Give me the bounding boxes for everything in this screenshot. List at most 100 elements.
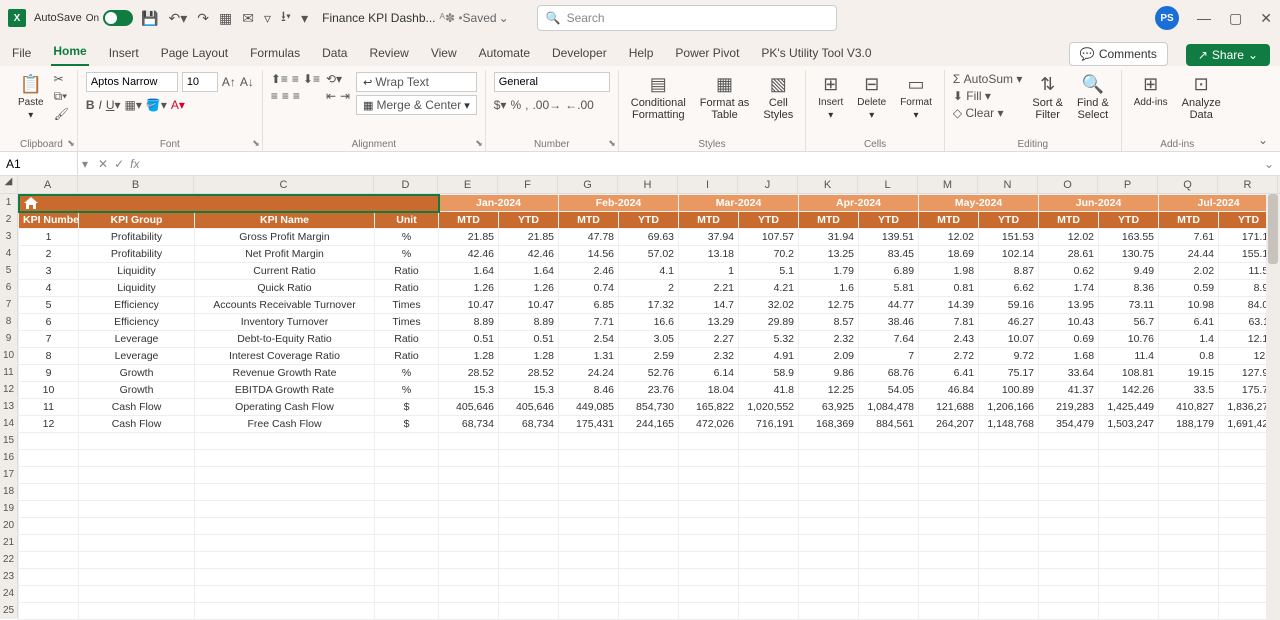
cell[interactable]: 130.75	[1099, 246, 1159, 263]
cell[interactable]: 405,646	[439, 399, 499, 416]
cell[interactable]: Net Profit Margin	[195, 246, 375, 263]
cell[interactable]	[1099, 433, 1159, 450]
column-header[interactable]: C	[194, 176, 374, 193]
cell[interactable]	[979, 450, 1039, 467]
cell[interactable]: 1.64	[499, 263, 559, 280]
cell[interactable]	[19, 433, 79, 450]
cell[interactable]: 59.16	[979, 297, 1039, 314]
document-name[interactable]: Finance KPI Dashb...	[322, 11, 435, 25]
cell[interactable]: 23.76	[619, 382, 679, 399]
cell[interactable]	[619, 450, 679, 467]
cell[interactable]: 18.04	[679, 382, 739, 399]
cell[interactable]: 41.8	[739, 382, 799, 399]
cell[interactable]: 0.51	[499, 331, 559, 348]
cell[interactable]: 142.26	[1099, 382, 1159, 399]
cell[interactable]: Gross Profit Margin	[195, 229, 375, 246]
search-input[interactable]: 🔍 Search	[537, 5, 837, 31]
cell[interactable]: Ratio	[375, 280, 439, 297]
cell[interactable]: 32.02	[739, 297, 799, 314]
dialog-launcher-icon[interactable]: ⬊	[475, 138, 483, 149]
cell[interactable]	[919, 450, 979, 467]
cell[interactable]	[1099, 518, 1159, 535]
cell[interactable]: Ratio	[375, 263, 439, 280]
row-header[interactable]: 19	[0, 500, 18, 517]
cell[interactable]	[499, 535, 559, 552]
cell[interactable]: 1.74	[1039, 280, 1099, 297]
cell[interactable]: YTD	[499, 212, 559, 229]
cell[interactable]: 2.27	[679, 331, 739, 348]
cell[interactable]	[859, 535, 919, 552]
more-icon[interactable]: ▾	[301, 10, 308, 27]
cell[interactable]	[375, 501, 439, 518]
align-top-icon[interactable]: ⬆≡	[271, 72, 288, 86]
cell[interactable]: Revenue Growth Rate	[195, 365, 375, 382]
cell[interactable]	[979, 569, 1039, 586]
row-header[interactable]: 23	[0, 568, 18, 585]
cell[interactable]	[1159, 501, 1219, 518]
column-header[interactable]: A	[18, 176, 78, 193]
cell[interactable]: 8	[19, 348, 79, 365]
cell[interactable]: 46.84	[919, 382, 979, 399]
cell[interactable]	[739, 518, 799, 535]
row-header[interactable]: 1	[0, 194, 18, 211]
cell[interactable]: 0.74	[559, 280, 619, 297]
cell[interactable]: Efficiency	[79, 314, 195, 331]
cell[interactable]	[1159, 518, 1219, 535]
cell[interactable]: 884,561	[859, 416, 919, 433]
cell[interactable]: 21.85	[439, 229, 499, 246]
name-box[interactable]	[0, 152, 78, 175]
cell[interactable]: 121,688	[919, 399, 979, 416]
cell[interactable]: 68.76	[859, 365, 919, 382]
cell[interactable]	[195, 484, 375, 501]
cell[interactable]: 12.02	[1039, 229, 1099, 246]
cell[interactable]: 354,479	[1039, 416, 1099, 433]
cell[interactable]: 42.46	[439, 246, 499, 263]
cell[interactable]: 73.11	[1099, 297, 1159, 314]
tab-page-layout[interactable]: Page Layout	[159, 40, 230, 66]
align-right-icon[interactable]: ≡	[293, 89, 300, 103]
cell[interactable]: 102.14	[979, 246, 1039, 263]
cell[interactable]	[195, 450, 375, 467]
autosum-button[interactable]: Σ AutoSum ▾	[953, 72, 1022, 86]
cell[interactable]	[919, 467, 979, 484]
cell[interactable]	[375, 569, 439, 586]
cell[interactable]	[79, 501, 195, 518]
cell[interactable]: 14.56	[559, 246, 619, 263]
cell[interactable]: 12.75	[799, 297, 859, 314]
autosave-toggle[interactable]	[103, 10, 133, 26]
cell[interactable]: 5	[19, 297, 79, 314]
cancel-formula-icon[interactable]: ✕	[98, 157, 108, 171]
cell[interactable]	[799, 552, 859, 569]
cell[interactable]	[439, 484, 499, 501]
cell[interactable]	[919, 603, 979, 620]
wrap-text-button[interactable]: ↩ Wrap Text	[356, 72, 477, 92]
cell[interactable]: 2	[19, 246, 79, 263]
cell[interactable]	[375, 518, 439, 535]
cell[interactable]	[679, 450, 739, 467]
cell[interactable]	[1099, 552, 1159, 569]
copy-icon[interactable]: ⧉▾	[54, 89, 69, 104]
cell[interactable]: Feb-2024	[559, 195, 679, 212]
expand-formula-icon[interactable]: ⌄	[1258, 157, 1280, 171]
cell[interactable]	[559, 518, 619, 535]
cell[interactable]	[195, 603, 375, 620]
cell[interactable]	[859, 552, 919, 569]
cell[interactable]: Leverage	[79, 348, 195, 365]
column-header[interactable]: R	[1218, 176, 1278, 193]
cell[interactable]: 449,085	[559, 399, 619, 416]
cell[interactable]	[739, 586, 799, 603]
cell[interactable]	[919, 552, 979, 569]
cell[interactable]	[375, 586, 439, 603]
cell[interactable]: 151.53	[979, 229, 1039, 246]
cell[interactable]: 19.15	[1159, 365, 1219, 382]
cell[interactable]: Inventory Turnover	[195, 314, 375, 331]
addins-button[interactable]: ⊞Add-ins	[1130, 72, 1172, 110]
row-header[interactable]: 21	[0, 534, 18, 551]
cell[interactable]: KPI Name	[195, 212, 375, 229]
cell[interactable]: Efficiency	[79, 297, 195, 314]
cell[interactable]	[439, 433, 499, 450]
cell[interactable]	[799, 433, 859, 450]
cell[interactable]	[979, 501, 1039, 518]
fill-color-icon[interactable]: 🪣▾	[146, 98, 167, 112]
cell[interactable]: 7.81	[919, 314, 979, 331]
